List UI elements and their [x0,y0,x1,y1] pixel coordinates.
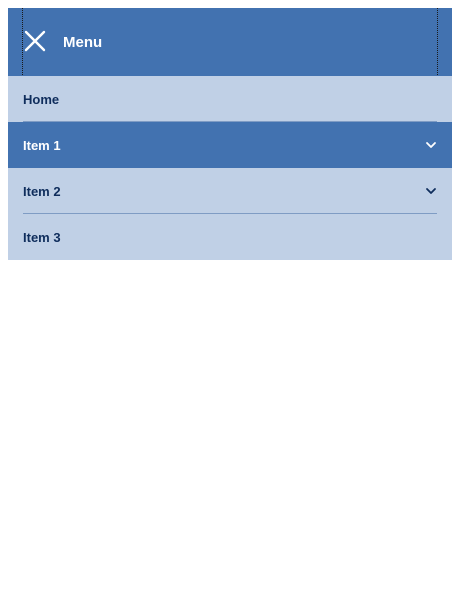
menu-item-item-3[interactable]: Item 3 [8,214,452,260]
menu-list: Home Item 1 Item 2 Item 3 [8,76,452,260]
close-icon [24,30,46,52]
chevron-down-icon[interactable] [425,140,437,150]
menu-item-item-1[interactable]: Item 1 [8,122,452,168]
navigation-menu: Menu Home Item 1 Item 2 Item 3 [8,8,452,260]
chevron-down-icon[interactable] [425,186,437,196]
close-menu-button[interactable] [23,29,47,53]
menu-item-home[interactable]: Home [8,76,452,122]
menu-header: Menu [8,8,452,76]
menu-item-label: Home [23,92,60,107]
menu-item-label: Item 1 [23,138,61,153]
menu-item-label: Item 2 [23,184,61,199]
menu-title: Menu [63,34,103,51]
menu-item-label: Item 3 [23,230,61,245]
menu-item-item-2[interactable]: Item 2 [8,168,452,214]
